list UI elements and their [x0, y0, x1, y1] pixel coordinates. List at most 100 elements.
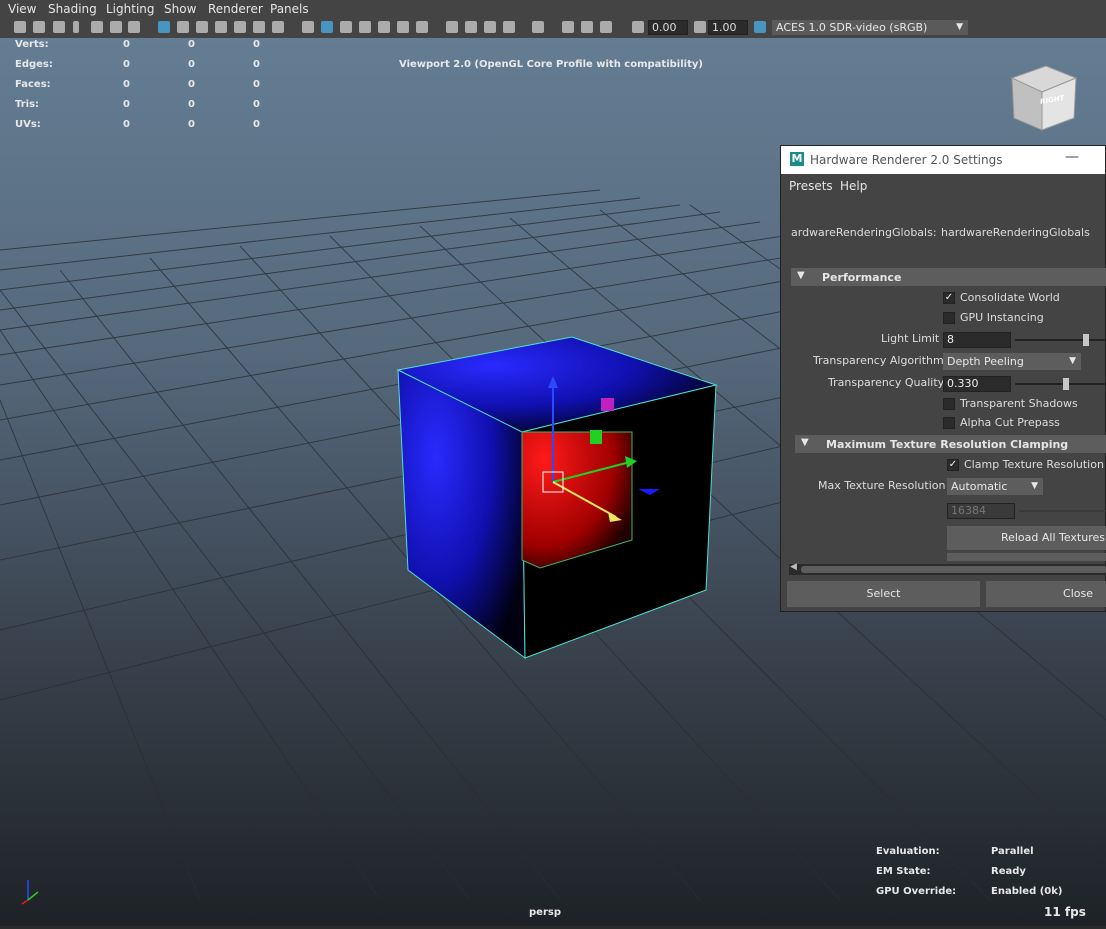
reload-textures-button[interactable]: Reload All Textures	[947, 526, 1106, 550]
transparency-algorithm-select[interactable]: Depth Peeling ▼	[943, 353, 1081, 370]
menu-presets[interactable]: Presets	[789, 179, 833, 193]
grease-pencil-icon[interactable]	[128, 21, 140, 33]
gamma-icon[interactable]	[694, 21, 706, 33]
screen-space-ao-icon[interactable]	[446, 21, 458, 33]
wireframe-on-shaded-icon[interactable]	[359, 21, 371, 33]
menu-help[interactable]: Help	[840, 179, 867, 193]
hud-evaluation-value: Parallel	[991, 846, 1034, 857]
exposure-icon[interactable]	[632, 21, 644, 33]
max-texture-resolution-select[interactable]: Automatic ▼	[947, 478, 1043, 495]
texture-size-input: 16384	[947, 503, 1015, 519]
light-limit-slider-handle[interactable]	[1083, 334, 1089, 346]
smooth-shade-icon[interactable]	[321, 21, 333, 33]
color-management-icon[interactable]	[754, 21, 766, 33]
close-button[interactable]: Close	[986, 581, 1106, 607]
minimize-icon[interactable]: —	[1065, 149, 1079, 165]
alpha-cut-prepass-checkbox[interactable]	[943, 417, 955, 429]
hud-stat-label: Verts:	[15, 39, 49, 50]
gate-mask-icon[interactable]	[215, 21, 227, 33]
viewport-menubar: View Shading Lighting Show Renderer Pane…	[0, 0, 1106, 18]
collapse-arrow-icon: ▼	[801, 437, 809, 448]
wireframe-icon[interactable]	[302, 21, 314, 33]
next-button-partial[interactable]	[947, 553, 1106, 561]
menu-renderer[interactable]: Renderer	[208, 2, 263, 16]
transparency-quality-input[interactable]: 0.330	[943, 376, 1011, 392]
performance-section-header[interactable]: ▼ Performance	[791, 268, 1106, 286]
hud-stat-label: Tris:	[15, 99, 40, 110]
hud-evaluation-label: Evaluation:	[876, 846, 940, 857]
motion-blur-icon[interactable]	[465, 21, 477, 33]
performance-section-title: Performance	[822, 271, 902, 284]
hud-stat-value: 0	[253, 119, 260, 130]
color-space-select[interactable]: ACES 1.0 SDR-video (sRGB) ▼	[772, 20, 968, 35]
checkmark-icon: ✓	[944, 292, 954, 303]
gamma-input[interactable]: 1.00	[708, 20, 748, 35]
depth-of-field-icon[interactable]	[503, 21, 515, 33]
hud-stat-value: 0	[123, 119, 130, 130]
dialog-titlebar[interactable]: M Hardware Renderer 2.0 Settings —	[781, 146, 1105, 174]
chevron-down-icon: ▼	[956, 22, 963, 32]
film-gate-icon[interactable]	[177, 21, 189, 33]
hud-stat-value: 0	[188, 39, 195, 50]
checkmark-icon: ✓	[948, 459, 958, 470]
camera-attributes-icon[interactable]	[33, 21, 45, 33]
menu-view[interactable]: View	[8, 2, 36, 16]
hud-stat-value: 0	[188, 79, 195, 90]
axis-indicator	[21, 880, 39, 905]
hud-stat-label: Edges:	[15, 59, 53, 70]
camera-select-icon[interactable]	[14, 21, 26, 33]
backface-cull-icon[interactable]	[600, 21, 612, 33]
alpha-cut-prepass-label: Alpha Cut Prepass	[960, 416, 1060, 429]
texture-clamp-section-header[interactable]: ▼ Maximum Texture Resolution Clamping	[795, 435, 1106, 453]
color-space-value: ACES 1.0 SDR-video (sRGB)	[776, 21, 928, 34]
scrollbar-thumb[interactable]	[801, 566, 1106, 573]
fps-counter: 11 fps	[1044, 905, 1086, 919]
clamp-texture-checkbox[interactable]: ✓	[947, 459, 959, 471]
image-plane-icon[interactable]	[91, 21, 103, 33]
safe-title-icon[interactable]	[272, 21, 284, 33]
hud-stat-value: 0	[253, 39, 260, 50]
multisample-aa-icon[interactable]	[484, 21, 496, 33]
scroll-left-icon[interactable]: ◀	[790, 562, 797, 572]
transparent-shadows-checkbox[interactable]	[943, 398, 955, 410]
horizontal-scrollbar[interactable]: ◀	[789, 562, 1106, 575]
shadows-icon[interactable]	[416, 21, 428, 33]
consolidate-world-checkbox[interactable]: ✓	[943, 292, 955, 304]
menu-shading[interactable]: Shading	[48, 2, 97, 16]
globals-label: ardwareRenderingGlobals:	[791, 226, 937, 239]
all-lights-icon[interactable]	[397, 21, 409, 33]
transparency-quality-slider-handle[interactable]	[1063, 378, 1069, 390]
xray-icon[interactable]	[378, 21, 390, 33]
select-button[interactable]: Select	[787, 581, 980, 607]
2d-pan-zoom-icon[interactable]	[110, 21, 122, 33]
resolution-gate-icon[interactable]	[196, 21, 208, 33]
isolate-select-icon[interactable]	[532, 21, 544, 33]
transparency-quality-slider[interactable]	[1015, 383, 1106, 385]
menu-show[interactable]: Show	[164, 2, 196, 16]
chevron-down-icon: ▼	[1031, 481, 1038, 491]
hud-stat-label: Faces:	[15, 79, 51, 90]
bookmark-icon[interactable]	[73, 21, 79, 33]
safe-action-icon[interactable]	[253, 21, 265, 33]
xray-joints-icon[interactable]	[562, 21, 574, 33]
transparency-quality-label: Transparency Quality	[828, 376, 945, 389]
bookmark-camera-icon[interactable]	[53, 21, 65, 33]
collapse-arrow-icon: ▼	[797, 270, 805, 281]
light-limit-input[interactable]: 8	[943, 332, 1011, 348]
camera-name: persp	[529, 907, 561, 918]
transparent-shadows-label: Transparent Shadows	[960, 397, 1078, 410]
menu-lighting[interactable]: Lighting	[106, 2, 155, 16]
hud-stat-value: 0	[123, 99, 130, 110]
consolidate-world-label: Consolidate World	[960, 291, 1060, 304]
xray-active-icon[interactable]	[581, 21, 593, 33]
globals-name-field[interactable]: hardwareRenderingGlobals	[941, 226, 1090, 239]
exposure-input[interactable]: 0.00	[648, 20, 688, 35]
menu-panels[interactable]: Panels	[270, 2, 309, 16]
field-chart-icon[interactable]	[234, 21, 246, 33]
hud-stat-value: 0	[123, 79, 130, 90]
grid-icon[interactable]	[158, 21, 170, 33]
gpu-instancing-checkbox[interactable]	[943, 312, 955, 324]
gpu-instancing-label: GPU Instancing	[960, 311, 1044, 324]
use-default-material-icon[interactable]	[340, 21, 352, 33]
light-limit-slider[interactable]	[1015, 339, 1106, 341]
